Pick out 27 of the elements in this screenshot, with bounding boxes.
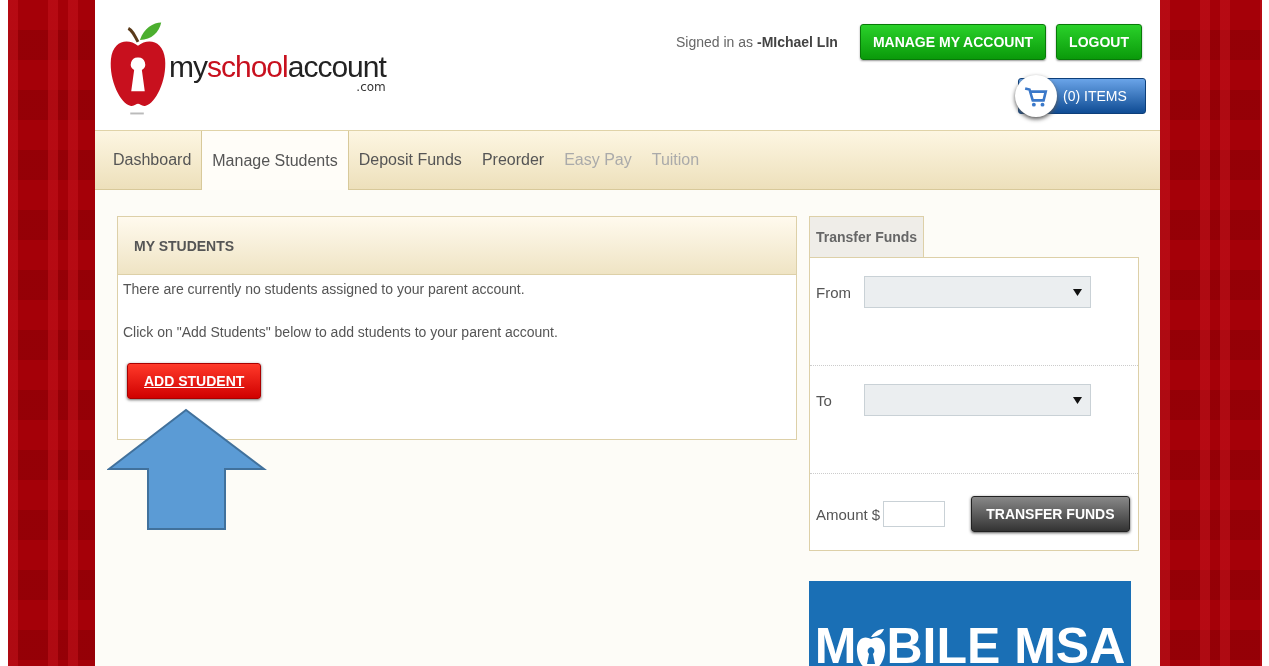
account-button[interactable]: LOGOUT [1056,24,1142,60]
nav-tab[interactable]: Deposit Funds [348,131,472,189]
amount-field[interactable] [883,501,946,527]
to-label: To [816,391,833,409]
signed-in-text: Signed in as -MIchael LIn [676,34,838,50]
logo-wordmark: myschoolaccount .com [169,52,386,94]
nav-tab[interactable]: Manage Students [201,131,349,190]
nav-tab[interactable]: Preorder [471,131,555,189]
from-dropdown[interactable] [864,276,1091,308]
nav-tab[interactable]: Dashboard [103,131,202,189]
info-text: There are currently no students assigned to your parent account. [123,281,526,297]
mobile-app-banner[interactable]: M BILE MSA [809,581,1131,666]
dropdown-arrow-icon [1073,395,1082,405]
dropdown-arrow-icon [1073,287,1082,297]
apple-icon [856,627,887,666]
to-dropdown[interactable] [864,384,1091,416]
panel-title: MY STUDENTS [134,237,235,254]
banner-text: BILE MSA [886,621,1126,666]
info-text: Click on "Add Students" below to add students to your parent account. [123,324,559,340]
transfer-funds-button[interactable]: TRANSFER FUNDS [971,496,1130,532]
banner-text: M [814,621,857,666]
account-button[interactable]: MANAGE MY ACCOUNT [859,24,1047,60]
from-label: From [816,283,852,301]
add-student-button[interactable]: ADD STUDENT [127,363,262,399]
cart-button[interactable]: (0) ITEMS [1018,78,1146,114]
transfer-funds-tab[interactable]: Transfer Funds [809,216,925,257]
amount-label: Amount $ [816,505,881,523]
